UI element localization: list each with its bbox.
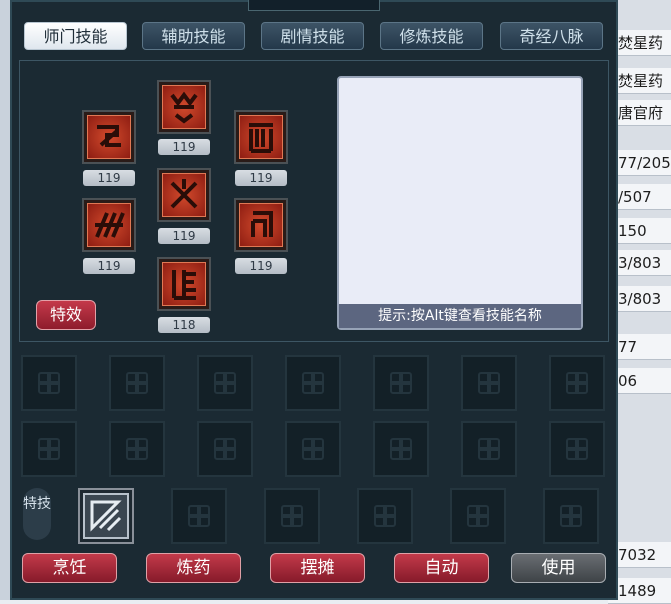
item-slot[interactable] <box>461 421 517 477</box>
special-skill-slot[interactable] <box>450 488 506 544</box>
skill-description-panel: 提示:按Alt键查看技能名称 <box>337 76 583 330</box>
item-slot[interactable] <box>197 355 253 411</box>
special-skill-icon <box>83 493 129 539</box>
skill-gate-icon[interactable] <box>234 110 288 164</box>
special-skill-label: 特技 <box>23 488 51 540</box>
effect-button[interactable]: 特效 <box>36 300 96 330</box>
skill-level: 119 <box>158 228 210 244</box>
skill-level: 119 <box>83 170 135 186</box>
item-slot[interactable] <box>109 355 165 411</box>
skill-level: 119 <box>83 258 135 274</box>
tab-auxiliary-skills[interactable]: 辅助技能 <box>142 22 245 50</box>
item-slot[interactable] <box>197 421 253 477</box>
skill-level: 119 <box>158 139 210 155</box>
item-slot[interactable] <box>21 421 77 477</box>
skill-level: 119 <box>235 258 287 274</box>
alchemy-button[interactable]: 炼药 <box>146 553 241 583</box>
item-slot[interactable] <box>21 355 77 411</box>
special-skill-slot[interactable] <box>264 488 320 544</box>
use-button[interactable]: 使用 <box>511 553 606 583</box>
hint-text: 提示:按Alt键查看技能名称 <box>339 304 581 328</box>
cook-button[interactable]: 烹饪 <box>22 553 117 583</box>
skill-ladder-icon[interactable] <box>157 257 211 311</box>
special-skill-slot[interactable] <box>78 488 134 544</box>
tab-school-skills[interactable]: 师门技能 <box>24 22 127 50</box>
title-cap <box>248 0 380 11</box>
special-skill-slot[interactable] <box>171 488 227 544</box>
skill-sword-icon[interactable] <box>82 110 136 164</box>
auto-button[interactable]: 自动 <box>394 553 489 583</box>
tab-cultivation-skills[interactable]: 修炼技能 <box>380 22 483 50</box>
item-slot[interactable] <box>461 355 517 411</box>
skill-claw-icon[interactable] <box>82 198 136 252</box>
item-slot[interactable] <box>549 355 605 411</box>
special-skill-slot[interactable] <box>543 488 599 544</box>
skill-beast-icon[interactable] <box>157 80 211 134</box>
skill-cross-icon[interactable] <box>157 168 211 222</box>
skill-bracket-icon[interactable] <box>234 198 288 252</box>
item-slot[interactable] <box>109 421 165 477</box>
tab-story-skills[interactable]: 剧情技能 <box>261 22 364 50</box>
special-skill-slot[interactable] <box>357 488 413 544</box>
item-slot[interactable] <box>549 421 605 477</box>
item-slot[interactable] <box>373 355 429 411</box>
stall-button[interactable]: 摆摊 <box>270 553 365 583</box>
item-slot[interactable] <box>373 421 429 477</box>
item-slot[interactable] <box>285 421 341 477</box>
tab-meridians[interactable]: 奇经八脉 <box>500 22 603 50</box>
skill-level: 118 <box>158 317 210 333</box>
skill-level: 119 <box>235 170 287 186</box>
item-slot[interactable] <box>285 355 341 411</box>
